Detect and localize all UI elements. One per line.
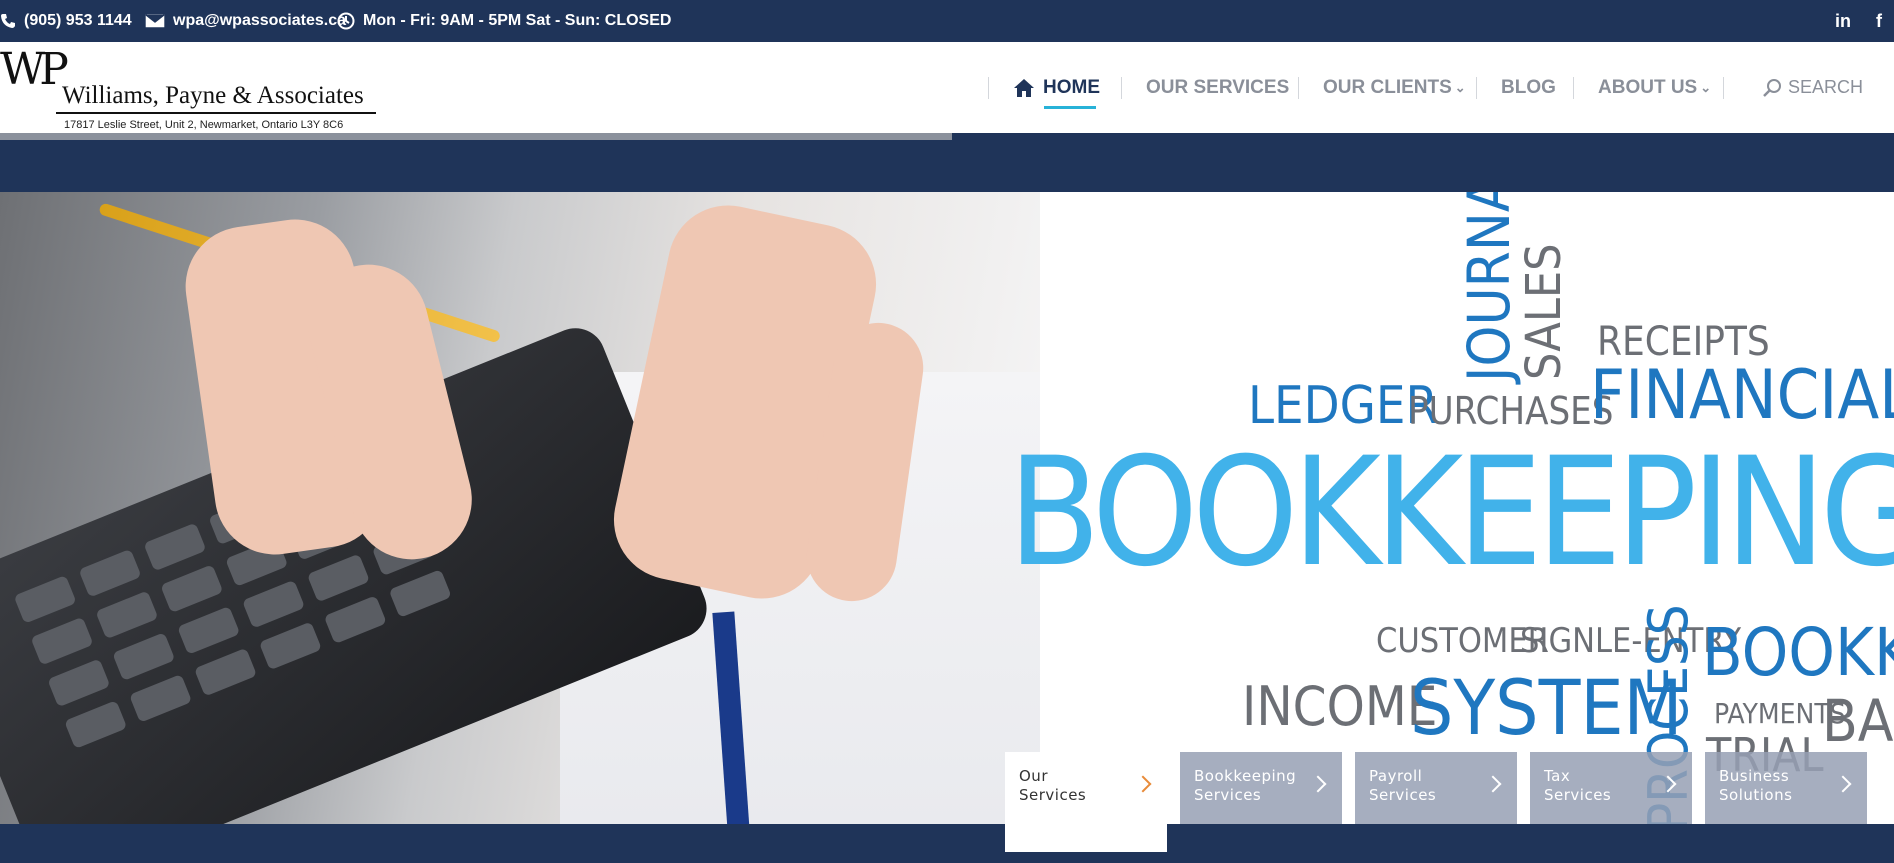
nav-separator: [1121, 77, 1122, 99]
nav-about-us-label[interactable]: ABOUT US: [1598, 77, 1697, 99]
calculator-key: [78, 548, 142, 598]
service-card-line2: Services: [1544, 786, 1612, 804]
service-card-label: Business Solutions: [1719, 767, 1829, 805]
clock-icon: [337, 12, 355, 30]
header-progress-strip: [0, 133, 952, 140]
nav-our-clients[interactable]: OUR CLIENTS ⌄: [1323, 42, 1466, 133]
phone-icon: [1, 14, 15, 28]
nav-separator: [1476, 77, 1477, 99]
nav-blog-label[interactable]: BLOG: [1501, 77, 1556, 99]
chevron-right-icon: [1659, 775, 1677, 793]
facebook-link[interactable]: f: [1876, 0, 1882, 42]
service-card-label: Our Services: [1019, 767, 1129, 805]
service-card-line2: Services: [1194, 786, 1262, 804]
word-sales: SALES: [1516, 243, 1572, 380]
service-card-business-solutions[interactable]: Business Solutions: [1705, 752, 1867, 824]
linkedin-link[interactable]: in: [1835, 0, 1851, 42]
calculator-key: [112, 632, 176, 682]
envelope-icon: [145, 14, 165, 28]
nav-separator: [988, 77, 989, 99]
calculator-key: [129, 673, 193, 723]
phone-contact[interactable]: (905) 953 1144: [0, 0, 132, 42]
home-icon: [1014, 78, 1034, 97]
service-card-line1: Business: [1719, 767, 1790, 785]
word-purchases: PURCHASES: [1408, 389, 1614, 433]
word-income: INCOME: [1242, 675, 1438, 738]
service-card-line1: Tax: [1544, 767, 1571, 785]
facebook-icon[interactable]: f: [1876, 11, 1882, 32]
chevron-right-icon: [1309, 775, 1327, 793]
calculator-key: [388, 569, 452, 618]
calculator-key: [306, 553, 371, 603]
service-card-our-services[interactable]: Our Services: [1005, 752, 1167, 852]
service-card-tax[interactable]: Tax Services: [1530, 752, 1692, 824]
email-address[interactable]: wpa@wpassociates.ca: [173, 12, 346, 30]
nav-home[interactable]: HOME: [1013, 42, 1100, 133]
word-journals: JOURNALS: [1455, 192, 1523, 382]
hero-photo-calculator: [0, 192, 1040, 824]
service-card-line2: Services: [1369, 786, 1437, 804]
nav-our-services-label[interactable]: OUR SERVICES: [1146, 77, 1289, 99]
business-hours: Mon - Fri: 9AM - 5PM Sat - Sun: CLOSED: [337, 0, 671, 42]
service-card-line1: Payroll: [1369, 767, 1423, 785]
nav-separator: [1573, 77, 1574, 99]
word-bal: BAL: [1822, 687, 1894, 755]
top-info-bar: (905) 953 1144 wpa@wpassociates.ca Mon -…: [0, 0, 1894, 42]
phone-number[interactable]: (905) 953 1144: [24, 12, 132, 30]
calculator-key: [64, 700, 128, 749]
calculator-key: [177, 606, 241, 655]
calculator-key: [241, 579, 306, 629]
service-card-line1: Our: [1019, 767, 1048, 785]
word-bookkeeping: BOOKKEEPING: [1008, 426, 1894, 600]
calculator-key: [95, 590, 159, 640]
chevron-down-icon: ⌄: [1454, 79, 1466, 95]
calculator-key: [160, 564, 224, 614]
calculator-key: [30, 616, 94, 666]
nav-our-clients-label[interactable]: OUR CLIENTS: [1323, 77, 1452, 99]
calculator-key: [323, 595, 387, 645]
chevron-right-icon: [1484, 775, 1502, 793]
search-button[interactable]: SEARCH: [1762, 42, 1863, 133]
service-card-line2: Solutions: [1719, 786, 1793, 804]
chevron-down-icon: ⌄: [1700, 79, 1712, 95]
calculator-key: [193, 647, 258, 697]
email-contact[interactable]: wpa@wpassociates.ca: [145, 0, 346, 42]
nav-separator: [1723, 77, 1724, 99]
service-card-label: Bookkeeping Services: [1194, 767, 1304, 805]
calculator-key: [47, 658, 111, 708]
logo-mark[interactable]: WP: [0, 44, 69, 95]
active-nav-underline: [1044, 106, 1096, 109]
nav-home-label[interactable]: HOME: [1043, 77, 1100, 99]
calculator-key: [258, 621, 323, 671]
word-financial: FINANCIAL: [1590, 356, 1894, 435]
chevron-right-icon: [1134, 775, 1152, 793]
nav-blog[interactable]: BLOG: [1501, 42, 1556, 133]
service-card-payroll[interactable]: Payroll Services: [1355, 752, 1517, 824]
service-card-bookkeeping[interactable]: Bookkeeping Services: [1180, 752, 1342, 824]
search-icon: [1763, 78, 1781, 97]
chevron-right-icon: [1834, 775, 1852, 793]
calculator-key: [143, 522, 207, 572]
linkedin-icon[interactable]: in: [1835, 11, 1851, 32]
logo-divider: [56, 112, 376, 114]
service-card-line2: Services: [1019, 786, 1087, 804]
nav-our-services[interactable]: OUR SERVICES: [1146, 42, 1289, 133]
nav-separator: [1298, 77, 1299, 99]
logo-company-name[interactable]: Williams, Payne & Associates: [62, 82, 364, 110]
word-bookkeeping-small: BOOKKE: [1702, 614, 1894, 691]
site-header: WP Williams, Payne & Associates 17817 Le…: [0, 42, 1894, 133]
service-card-line1: Bookkeeping: [1194, 767, 1297, 785]
nav-about-us[interactable]: ABOUT US ⌄: [1598, 42, 1711, 133]
hero-slider: JOURNALS SALES RECEIPTS LEDGER PURCHASES…: [0, 192, 1894, 824]
search-label[interactable]: SEARCH: [1788, 77, 1863, 98]
service-card-label: Payroll Services: [1369, 767, 1479, 805]
calculator-key: [13, 575, 77, 624]
service-card-label: Tax Services: [1544, 767, 1654, 805]
logo-address: 17817 Leslie Street, Unit 2, Newmarket, …: [64, 119, 344, 131]
hours-text: Mon - Fri: 9AM - 5PM Sat - Sun: CLOSED: [363, 12, 672, 29]
